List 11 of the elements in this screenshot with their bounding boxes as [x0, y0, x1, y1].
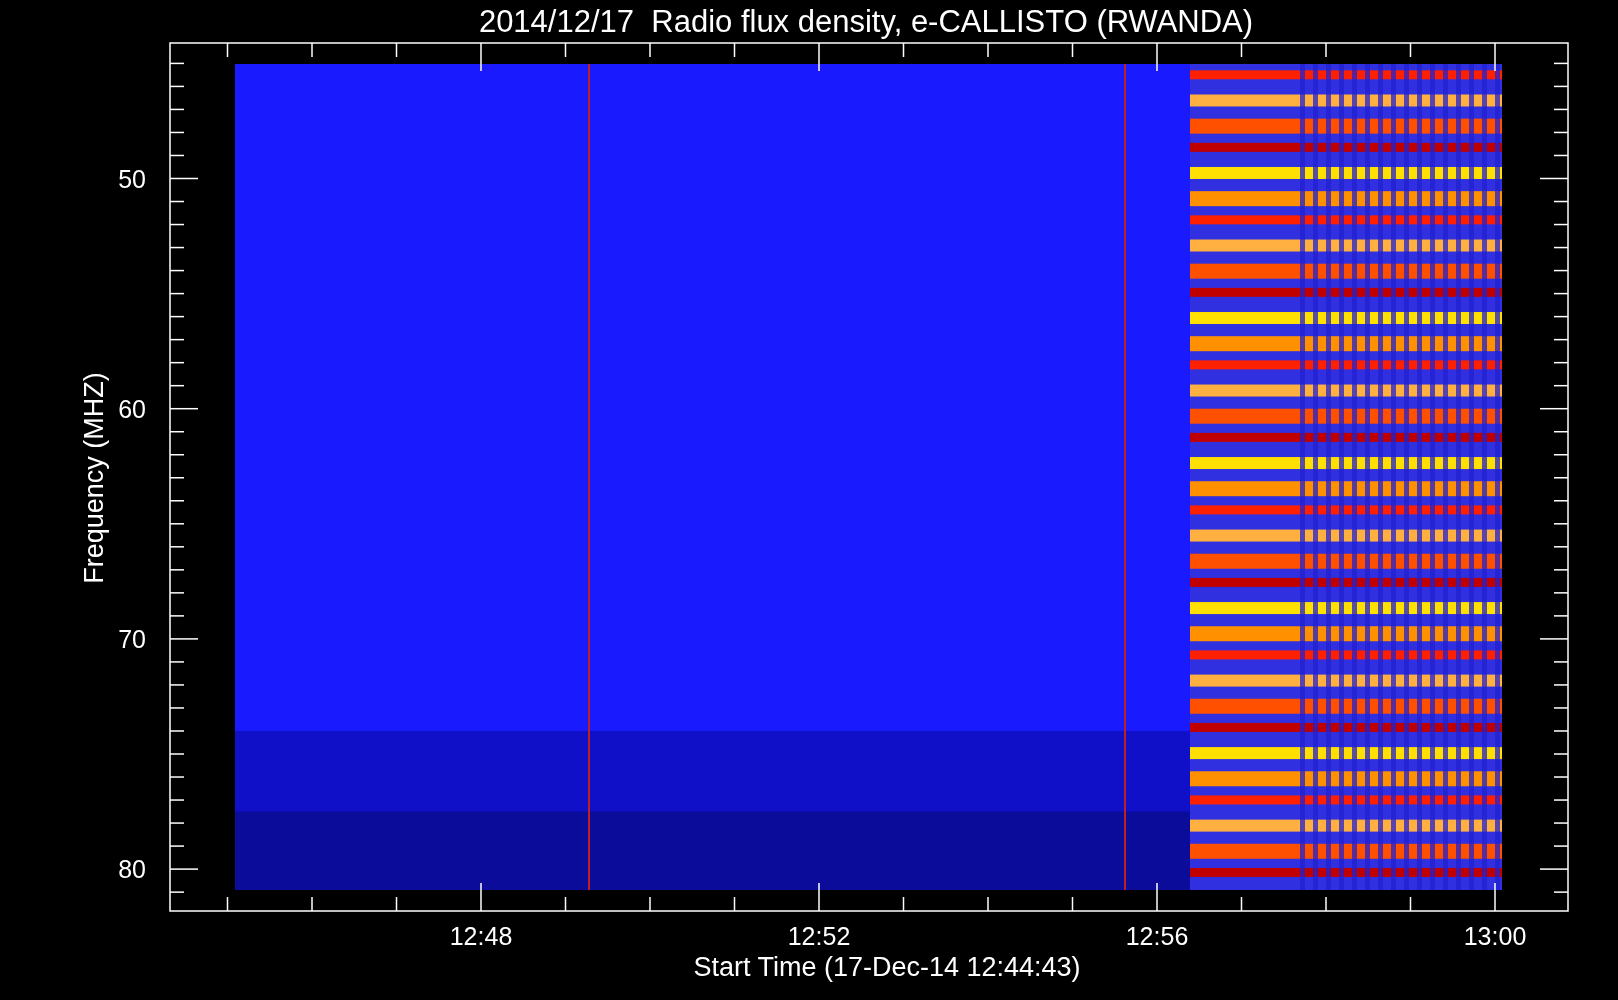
y-tick-label: 60 [118, 394, 146, 423]
y-axis-label: Frequency (MHZ) [79, 372, 109, 584]
y-tick-label: 80 [118, 855, 146, 884]
x-axis-label: Start Time (17-Dec-14 12:44:43) [693, 952, 1081, 982]
chart-title: 2014/12/17 Radio flux density, e-CALLISTO (RWANDA) [478, 4, 1254, 39]
x-tick-label: 13:00 [1463, 922, 1527, 950]
x-tick-label: 12:56 [1125, 922, 1189, 950]
x-tick-label: 12:48 [449, 922, 513, 950]
y-tick-label: 50 [118, 164, 146, 193]
x-tick-label: 12:52 [787, 922, 851, 950]
y-tick-label: 70 [118, 624, 146, 653]
